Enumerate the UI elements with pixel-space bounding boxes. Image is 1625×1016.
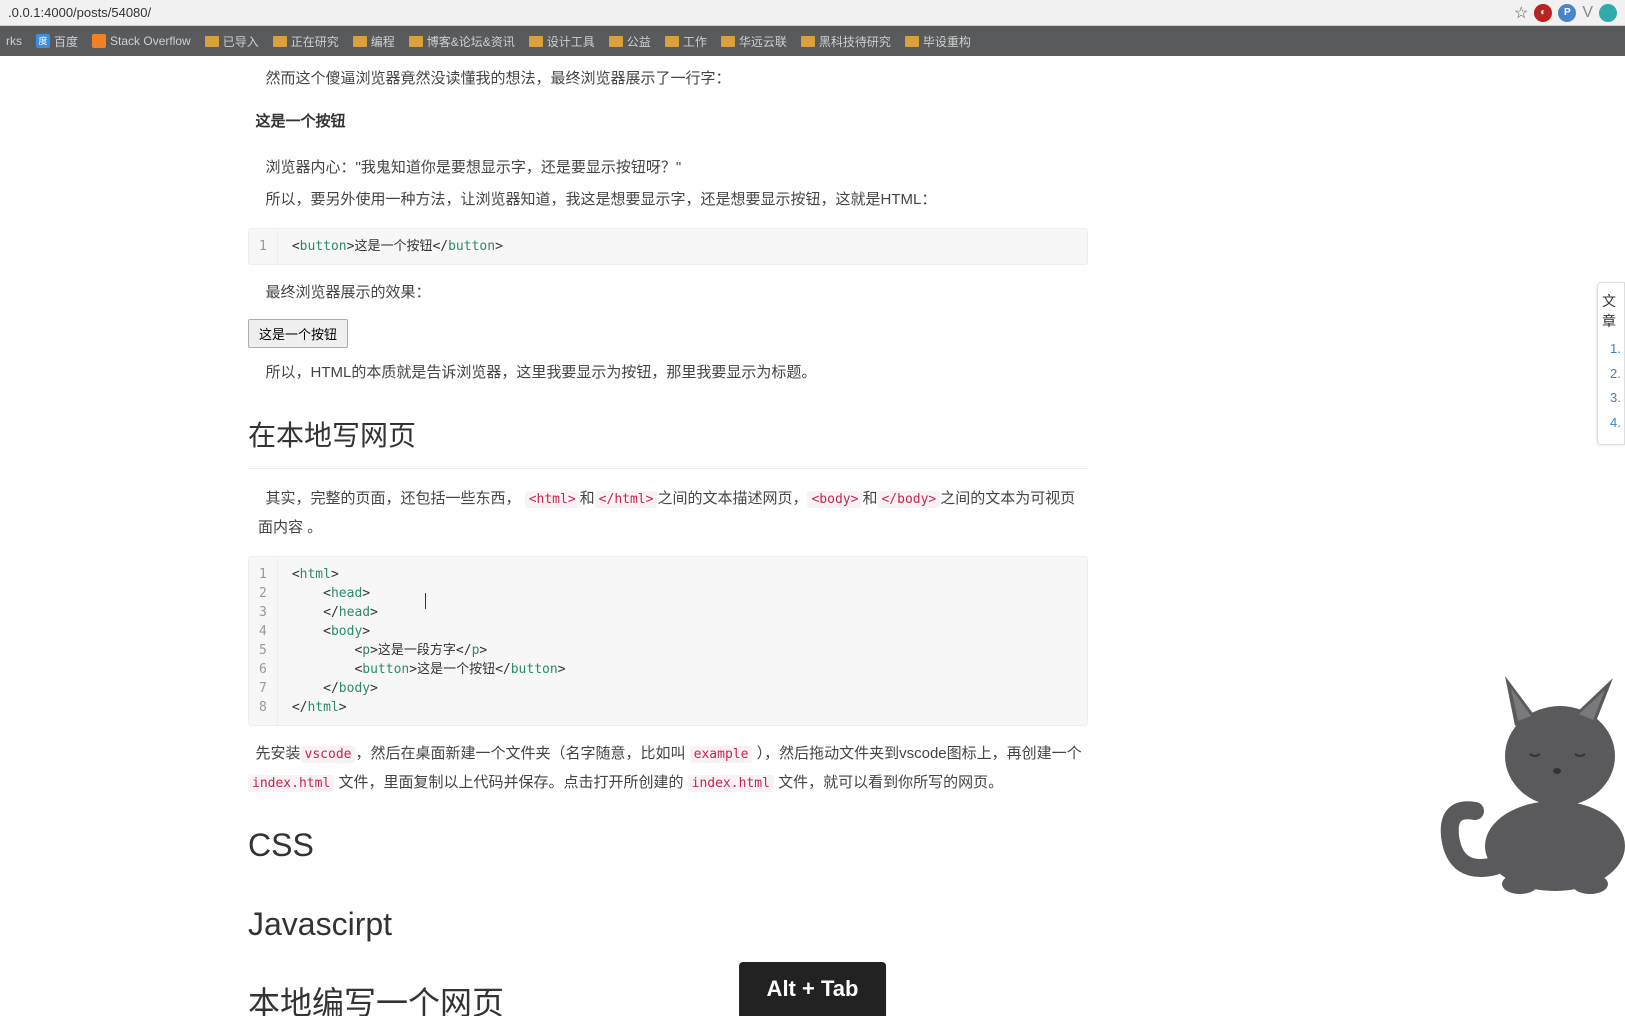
bookmark-item[interactable]: 华远云联 <box>721 33 787 50</box>
bookmark-item[interactable]: 工作 <box>665 33 707 50</box>
bookmarks-bar: rks 度百度 Stack Overflow 已导入 正在研究 编程 博客&论坛… <box>0 26 1625 56</box>
toc-title: 文章 <box>1602 291 1620 331</box>
extension-icon-3[interactable]: V <box>1582 4 1593 22</box>
extension-icon-2[interactable]: P <box>1558 4 1576 22</box>
heading-css: CSS <box>248 815 1088 876</box>
paragraph: 最终浏览器展示的效果： <box>248 279 1088 308</box>
article: 然而这个傻逼浏览器竟然没读懂我的想法，最终浏览器展示了一行字： 这是一个按钮 浏… <box>248 56 1088 1016</box>
inline-code: index.html <box>248 775 334 792</box>
toc-item[interactable]: 2. <box>1602 362 1620 387</box>
bookmark-item[interactable]: Stack Overflow <box>92 34 191 48</box>
browser-address-bar: .0.0.1:4000/posts/54080/ ☆ ◐ P V <box>0 0 1625 26</box>
code-block-1: 1 <button>这是一个按钮</button> <box>248 228 1088 265</box>
bookmark-item[interactable]: 度百度 <box>36 33 78 50</box>
table-of-contents[interactable]: 文章 1. 2. 3. 4. <box>1597 282 1625 445</box>
extension-icon-4[interactable] <box>1599 4 1617 22</box>
paragraph: 所以，要另外使用一种方法，让浏览器知道，我这是想要显示字，还是想要显示按钮，这就… <box>248 186 1088 215</box>
inline-code: </body> <box>877 491 940 508</box>
bookmark-item[interactable]: 博客&论坛&资讯 <box>409 33 515 50</box>
bookmark-item[interactable]: 设计工具 <box>529 33 595 50</box>
bold-text: 这是一个按钮 <box>256 113 346 130</box>
paragraph: 先安装vscode，然后在桌面新建一个文件夹（名字随意，比如叫 example … <box>248 740 1088 797</box>
text-cursor-icon <box>425 593 426 609</box>
bookmark-item[interactable]: 毕设重构 <box>905 33 971 50</box>
url-text[interactable]: .0.0.1:4000/posts/54080/ <box>8 5 1514 20</box>
cat-mascot-icon <box>1435 636 1625 896</box>
inline-code: </html> <box>595 491 658 508</box>
paragraph: 其实，完整的页面，还包括一些东西， <html>和</html>之间的文本描述网… <box>248 485 1088 542</box>
bookmark-item[interactable]: rks <box>6 34 22 48</box>
bookmark-item[interactable]: 黑科技待研究 <box>801 33 891 50</box>
inline-code: <html> <box>525 491 580 508</box>
star-icon[interactable]: ☆ <box>1514 3 1528 23</box>
inline-code: vscode <box>301 746 356 763</box>
demo-button[interactable]: 这是一个按钮 <box>248 319 348 348</box>
extension-icon-1[interactable]: ◐ <box>1534 4 1552 22</box>
inline-code: <body> <box>807 491 862 508</box>
page-content: 然而这个傻逼浏览器竟然没读懂我的想法，最终浏览器展示了一行字： 这是一个按钮 浏… <box>0 56 1625 1016</box>
bookmark-item[interactable]: 已导入 <box>205 33 259 50</box>
paragraph: 浏览器内心："我鬼知道你是要想显示字，还是要显示按钮呀？" <box>248 154 1088 183</box>
inline-code: index.html <box>688 775 774 792</box>
code-block-2: 12345678 <html> <head> </head> <body> <p… <box>248 556 1088 726</box>
heading-local-write: 在本地写网页 <box>248 409 1088 469</box>
toc-item[interactable]: 1. <box>1602 337 1620 362</box>
keyboard-shortcut-overlay: Alt + Tab <box>739 962 887 1016</box>
bookmark-item[interactable]: 正在研究 <box>273 33 339 50</box>
inline-code: example <box>690 746 753 763</box>
heading-local-build: 本地编写一个网页 <box>248 973 1088 1016</box>
chrome-icons: ☆ ◐ P V <box>1514 3 1617 23</box>
toc-item[interactable]: 4. <box>1602 411 1620 436</box>
heading-js: Javascirpt <box>248 894 1088 955</box>
paragraph: 所以，HTML的本质就是告诉浏览器，这里我要显示为按钮，那里我要显示为标题。 <box>248 359 1088 388</box>
paragraph: 然而这个傻逼浏览器竟然没读懂我的想法，最终浏览器展示了一行字： <box>248 65 1088 94</box>
bookmark-item[interactable]: 编程 <box>353 33 395 50</box>
bookmark-item[interactable]: 公益 <box>609 33 651 50</box>
toc-item[interactable]: 3. <box>1602 386 1620 411</box>
